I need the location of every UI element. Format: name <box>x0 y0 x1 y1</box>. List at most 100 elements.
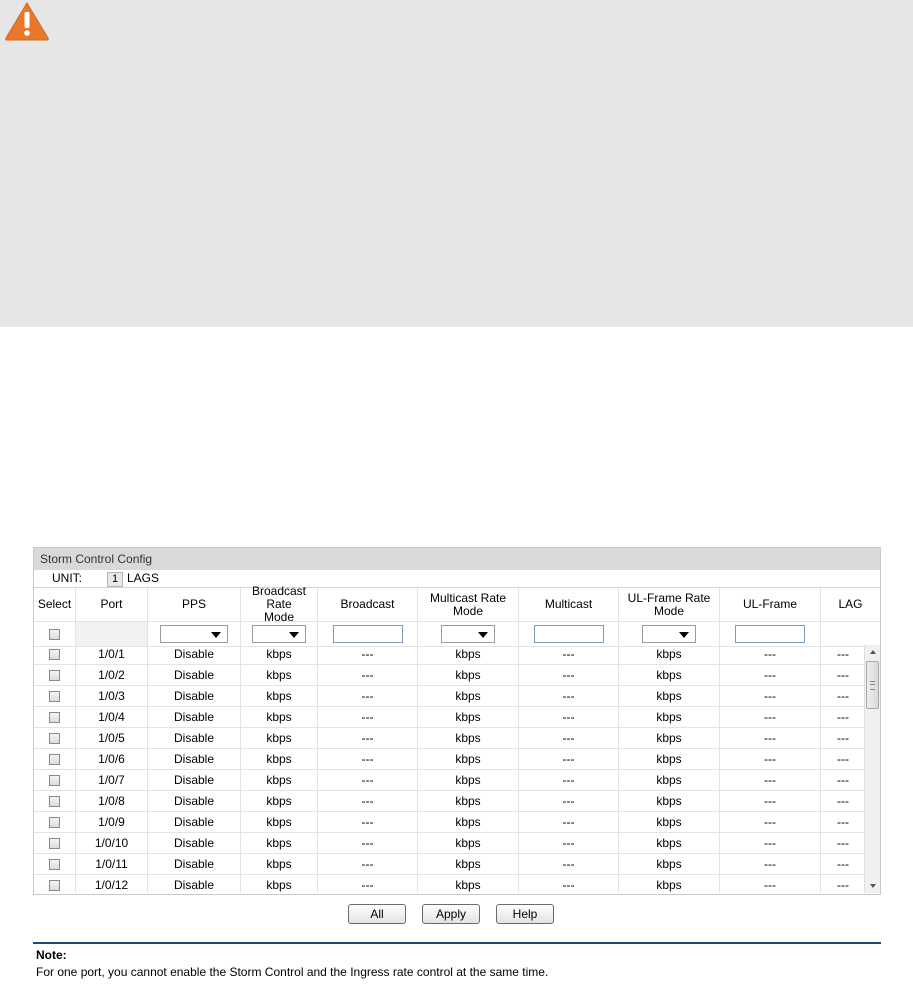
select-all-checkbox[interactable] <box>49 628 60 640</box>
row-select-checkbox[interactable] <box>49 858 60 870</box>
broadcast-cell: --- <box>318 728 418 748</box>
warning-panel <box>0 0 913 327</box>
ulframe-cell: --- <box>720 791 821 811</box>
row-select-checkbox[interactable] <box>49 690 60 702</box>
unit-label: UNIT: <box>52 571 82 585</box>
select-all-cell <box>34 622 76 646</box>
table-row[interactable]: 1/0/3 Disable kbps --- kbps --- kbps --- --- <box>34 686 865 707</box>
ulframe-cell: --- <box>720 686 821 706</box>
multicast-rate-mode-cell: kbps <box>418 665 519 685</box>
ulframe-rate-mode-cell: kbps <box>619 770 720 790</box>
unit-row: UNIT: 1 LAGS <box>34 570 880 587</box>
unit-selector-1[interactable]: 1 <box>107 572 123 587</box>
apply-button[interactable]: Apply <box>422 904 480 924</box>
multicast-rate-mode-cell: kbps <box>418 728 519 748</box>
row-select-checkbox[interactable] <box>49 669 60 681</box>
broadcast-rate-mode-select[interactable] <box>252 625 306 643</box>
broadcast-rate-mode-cell: kbps <box>241 875 318 892</box>
row-select-checkbox[interactable] <box>49 816 60 828</box>
row-select-checkbox[interactable] <box>49 837 60 849</box>
row-select <box>34 707 76 727</box>
row-select-checkbox[interactable] <box>49 753 60 765</box>
all-button[interactable]: All <box>348 904 406 924</box>
row-select <box>34 875 76 892</box>
table-scrollbar[interactable] <box>864 645 880 893</box>
pps-select[interactable] <box>160 625 228 643</box>
table-row[interactable]: 1/0/11 Disable kbps --- kbps --- kbps --- --- <box>34 854 865 875</box>
lag-cell: --- <box>837 646 849 661</box>
broadcast-input[interactable] <box>332 625 403 643</box>
row-select-checkbox[interactable] <box>49 732 60 744</box>
ulframe-cell: --- <box>720 875 821 892</box>
ulframe-rate-mode-cell: kbps <box>619 791 720 811</box>
port-cell: 1/0/7 <box>76 770 148 790</box>
ulframe-input-cell <box>720 622 821 646</box>
col-header-ulframe-rate-mode: UL-Frame Rate Mode <box>619 588 720 621</box>
port-cell: 1/0/6 <box>76 749 148 769</box>
multicast-rate-mode-cell: kbps <box>418 854 519 874</box>
pps-cell: Disable <box>148 686 241 706</box>
broadcast-cell: --- <box>318 749 418 769</box>
lag-cell: --- <box>837 772 849 787</box>
row-select <box>34 854 76 874</box>
table-row[interactable]: 1/0/6 Disable kbps --- kbps --- kbps --- --- <box>34 749 865 770</box>
lag-cell: --- <box>837 751 849 766</box>
pps-cell: Disable <box>148 875 241 892</box>
dropdown-arrow-icon <box>679 632 689 638</box>
table-row[interactable]: 1/0/4 Disable kbps --- kbps --- kbps --- --- <box>34 707 865 728</box>
multicast-rate-mode-cell: kbps <box>418 791 519 811</box>
row-select <box>34 644 76 664</box>
table-row[interactable]: 1/0/1 Disable kbps --- kbps --- kbps --- --- <box>34 644 865 665</box>
multicast-cell: --- <box>519 770 619 790</box>
table-row[interactable]: 1/0/12 Disable kbps --- kbps --- kbps --- --- <box>34 875 865 892</box>
ulframe-cell: --- <box>720 749 821 769</box>
scroll-up-arrow-icon[interactable] <box>865 645 881 659</box>
multicast-rate-mode-cell: kbps <box>418 875 519 892</box>
lag-cell: --- <box>837 877 849 892</box>
scroll-down-arrow-icon[interactable] <box>865 879 881 893</box>
pps-select-cell <box>148 622 241 646</box>
table-row[interactable]: 1/0/2 Disable kbps --- kbps --- kbps --- --- <box>34 665 865 686</box>
broadcast-rate-mode-cell: kbps <box>241 644 318 664</box>
scroll-thumb[interactable] <box>866 661 879 709</box>
port-cell: 1/0/1 <box>76 644 148 664</box>
multicast-input[interactable] <box>533 625 604 643</box>
row-select <box>34 686 76 706</box>
pps-cell: Disable <box>148 644 241 664</box>
multicast-cell: --- <box>519 833 619 853</box>
broadcast-cell: --- <box>318 791 418 811</box>
ulframe-cell: --- <box>720 665 821 685</box>
multicast-rate-mode-select-cell <box>418 622 519 646</box>
dropdown-arrow-icon <box>211 632 221 638</box>
multicast-rate-mode-select[interactable] <box>441 625 495 643</box>
ulframe-cell: --- <box>720 644 821 664</box>
row-select <box>34 770 76 790</box>
row-select-checkbox[interactable] <box>49 795 60 807</box>
col-header-broadcast-rate-mode: Broadcast Rate Mode <box>241 585 318 624</box>
row-select-checkbox[interactable] <box>49 711 60 723</box>
broadcast-rate-mode-cell: kbps <box>241 812 318 832</box>
help-button[interactable]: Help <box>496 904 554 924</box>
lags-link[interactable]: LAGS <box>127 570 159 587</box>
row-select <box>34 749 76 769</box>
table-row[interactable]: 1/0/5 Disable kbps --- kbps --- kbps --- --- <box>34 728 865 749</box>
col-header-port: Port <box>76 588 148 621</box>
table-row[interactable]: 1/0/9 Disable kbps --- kbps --- kbps --- --- <box>34 812 865 833</box>
table-row[interactable]: 1/0/10 Disable kbps --- kbps --- kbps --- --- <box>34 833 865 854</box>
row-select-checkbox[interactable] <box>49 774 60 786</box>
pps-cell: Disable <box>148 707 241 727</box>
pps-cell: Disable <box>148 833 241 853</box>
row-select-checkbox[interactable] <box>49 648 60 660</box>
table-header: Select Port PPS Broadcast Rate Mode Broa… <box>34 585 880 624</box>
multicast-cell: --- <box>519 875 619 892</box>
port-cell: 1/0/8 <box>76 791 148 811</box>
ulframe-rate-mode-select[interactable] <box>642 625 696 643</box>
broadcast-cell: --- <box>318 707 418 727</box>
col-header-select: Select <box>34 588 76 621</box>
table-row[interactable]: 1/0/7 Disable kbps --- kbps --- kbps --- --- <box>34 770 865 791</box>
ulframe-rate-mode-cell: kbps <box>619 749 720 769</box>
lag-cell: --- <box>837 709 849 724</box>
ulframe-input[interactable] <box>735 625 805 643</box>
row-select-checkbox[interactable] <box>49 879 60 891</box>
table-row[interactable]: 1/0/8 Disable kbps --- kbps --- kbps --- --- <box>34 791 865 812</box>
